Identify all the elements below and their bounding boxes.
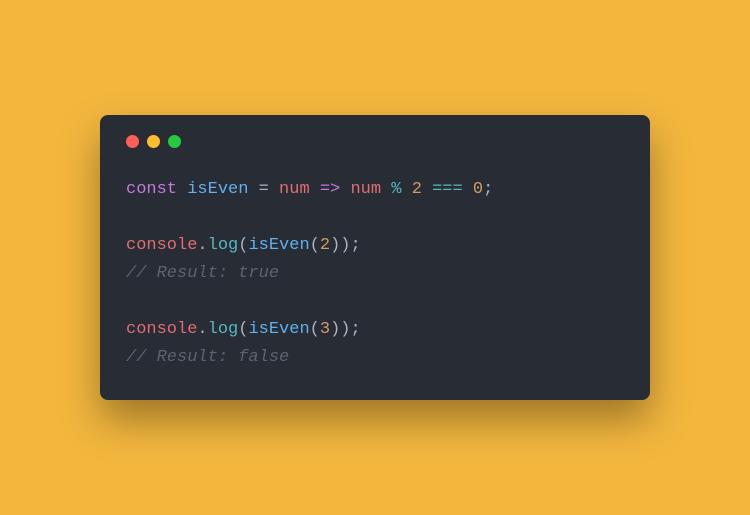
- call-isEven: isEven: [248, 236, 309, 255]
- paren-close: ): [330, 236, 340, 255]
- op-mod: %: [381, 180, 412, 199]
- code-line: // Result: true: [126, 264, 279, 283]
- close-icon[interactable]: [126, 135, 139, 148]
- op-strict-eq: ===: [422, 180, 473, 199]
- identifier-isEven: isEven: [187, 180, 248, 199]
- call-isEven: isEven: [248, 320, 309, 339]
- arg-2: 2: [320, 236, 330, 255]
- obj-console: console: [126, 236, 197, 255]
- code-line: console.log(isEven(3));: [126, 320, 361, 339]
- paren-open: (: [310, 236, 320, 255]
- arg-3: 3: [320, 320, 330, 339]
- param-num: num: [350, 180, 381, 199]
- semicolon: ;: [350, 320, 360, 339]
- minimize-icon[interactable]: [147, 135, 160, 148]
- keyword-const: const: [126, 180, 177, 199]
- paren-close: ): [340, 320, 350, 339]
- semicolon: ;: [350, 236, 360, 255]
- comment-result-true: // Result: true: [126, 264, 279, 283]
- paren-open: (: [310, 320, 320, 339]
- arrow: =>: [310, 180, 351, 199]
- param-num: num: [279, 180, 310, 199]
- maximize-icon[interactable]: [168, 135, 181, 148]
- paren-open: (: [238, 320, 248, 339]
- paren-close: ): [340, 236, 350, 255]
- code-line: const isEven = num => num % 2 === 0;: [126, 180, 493, 199]
- method-log: log: [208, 236, 239, 255]
- comment-result-false: // Result: false: [126, 348, 289, 367]
- number-0: 0: [473, 180, 483, 199]
- code-window: const isEven = num => num % 2 === 0; con…: [100, 115, 650, 400]
- code-block: const isEven = num => num % 2 === 0; con…: [126, 176, 624, 372]
- method-log: log: [208, 320, 239, 339]
- dot: .: [197, 236, 207, 255]
- paren-close: ): [330, 320, 340, 339]
- obj-console: console: [126, 320, 197, 339]
- code-line: console.log(isEven(2));: [126, 236, 361, 255]
- op-assign: =: [248, 180, 279, 199]
- paren-open: (: [238, 236, 248, 255]
- window-controls: [126, 135, 624, 148]
- number-2: 2: [412, 180, 422, 199]
- dot: .: [197, 320, 207, 339]
- semicolon: ;: [483, 180, 493, 199]
- code-line: // Result: false: [126, 348, 289, 367]
